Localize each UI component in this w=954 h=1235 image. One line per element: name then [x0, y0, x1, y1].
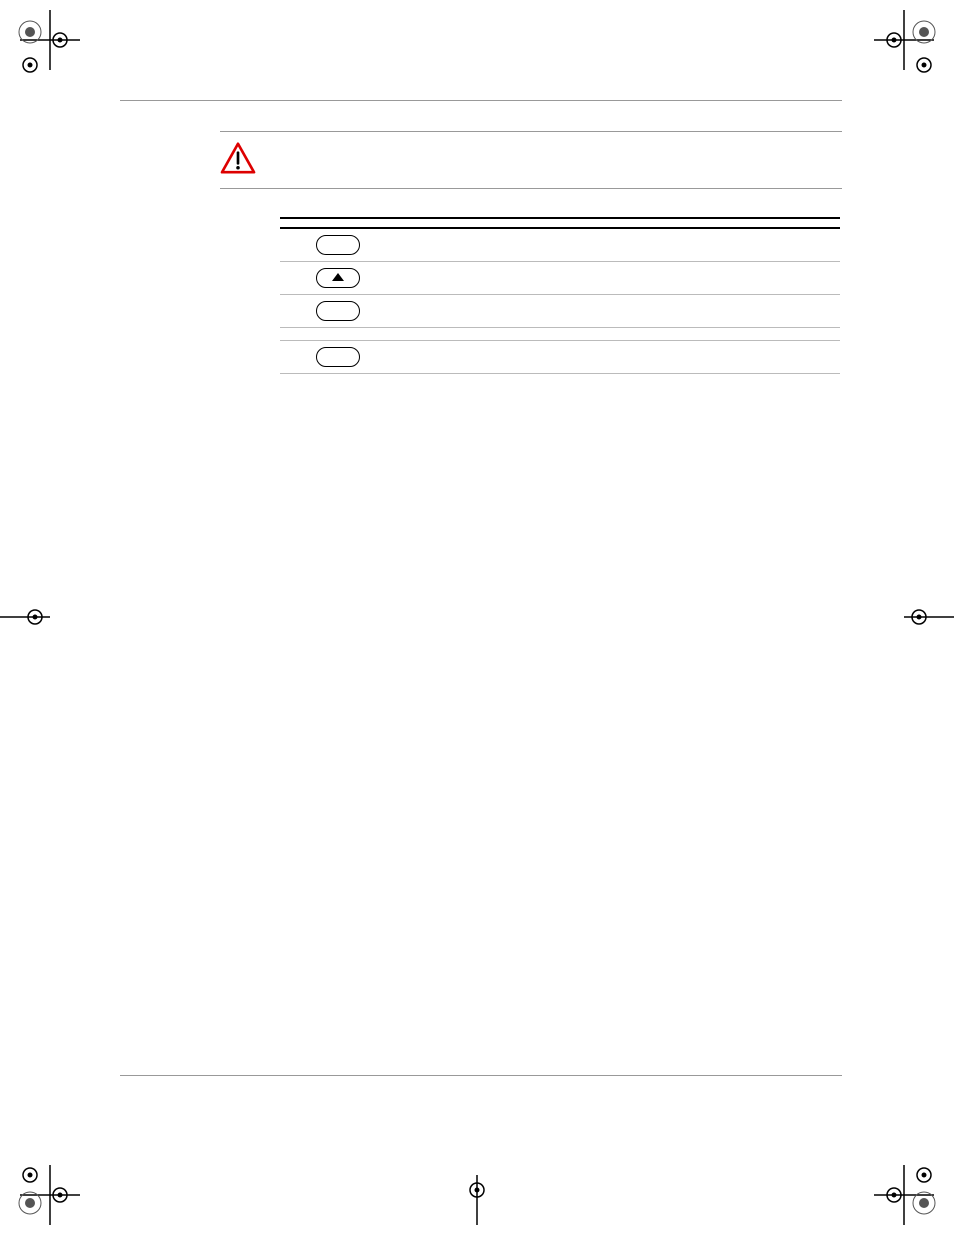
steps-table [280, 217, 840, 374]
table-row [280, 228, 840, 262]
bottom-rule [120, 1075, 842, 1076]
key-icon [316, 301, 360, 321]
crop-mark-icon [874, 1145, 954, 1225]
caution-text [270, 142, 842, 174]
key-icon [316, 347, 360, 367]
table-row [280, 341, 840, 374]
step-action [310, 328, 480, 341]
key-icon [316, 235, 360, 255]
step-result [480, 341, 840, 374]
crop-mark-icon [437, 1145, 517, 1225]
step-result [480, 328, 840, 341]
crop-mark-icon [0, 10, 80, 90]
crop-mark-icon [0, 1145, 80, 1225]
col-action [310, 218, 480, 228]
step-action [310, 262, 480, 295]
table-row [280, 295, 840, 328]
top-rule [120, 100, 842, 101]
step-num [280, 328, 310, 341]
step-result [480, 295, 840, 328]
crop-mark-icon [874, 577, 954, 657]
crop-mark-icon [874, 10, 954, 90]
table-row [280, 328, 840, 341]
step-num [280, 228, 310, 262]
step-num [280, 341, 310, 374]
step-result [480, 228, 840, 262]
col-step [280, 218, 310, 228]
step-result [480, 262, 840, 295]
step-action [310, 341, 480, 374]
step-action [310, 295, 480, 328]
step-num [280, 262, 310, 295]
caution-icon [220, 142, 256, 174]
step-action [310, 228, 480, 262]
step-num [280, 295, 310, 328]
arrow-up-key-icon [316, 268, 360, 288]
col-result [480, 218, 840, 228]
table-row [280, 262, 840, 295]
crop-mark-icon [0, 577, 80, 657]
caution-box [220, 131, 842, 189]
page-content [120, 130, 842, 382]
